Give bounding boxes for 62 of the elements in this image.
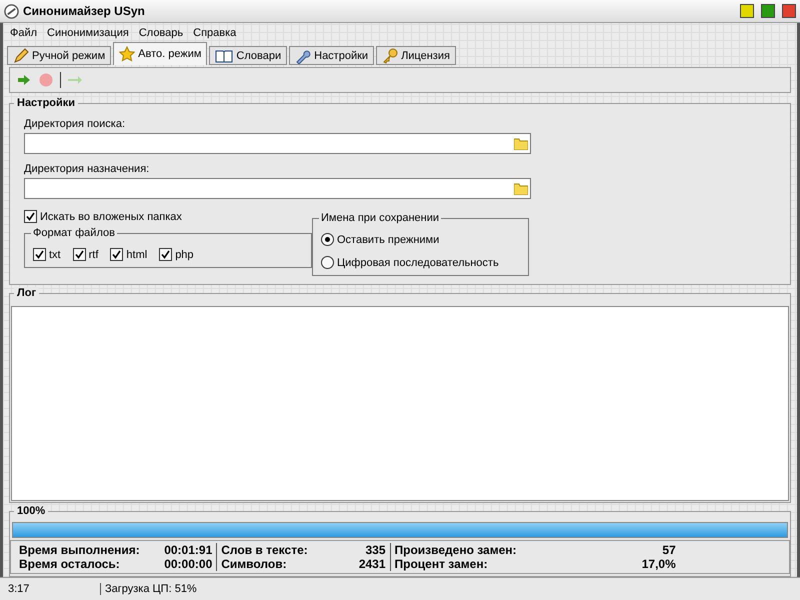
maximize-button[interactable] bbox=[761, 4, 775, 18]
stat-label: Слов в тексте: bbox=[221, 543, 309, 557]
key-icon bbox=[382, 48, 398, 64]
radio-option[interactable]: Оставить прежними bbox=[321, 233, 520, 246]
stat-label: Процент замен: bbox=[394, 557, 489, 571]
stat-label: Символов: bbox=[221, 557, 288, 571]
stat-label: Время выполнения: bbox=[19, 543, 141, 557]
directory-field[interactable] bbox=[24, 133, 531, 154]
group-title: Настройки bbox=[14, 97, 78, 109]
arrow-right-icon bbox=[18, 75, 30, 85]
stat-value: 2431 bbox=[358, 557, 386, 571]
checkbox-label: Искать во вложеных папках bbox=[40, 210, 182, 222]
group-title: Имена при сохранении bbox=[319, 212, 442, 224]
checkbox-label: txt bbox=[49, 248, 61, 260]
format-checkbox[interactable]: html bbox=[110, 248, 148, 261]
stop-icon bbox=[39, 73, 53, 87]
checkbox-label: rtf bbox=[88, 248, 98, 260]
book-icon bbox=[215, 48, 234, 62]
menu-item[interactable]: Словарь bbox=[134, 26, 188, 38]
stat-value: 57 bbox=[661, 543, 676, 557]
start-button[interactable] bbox=[16, 72, 32, 88]
pencil-icon bbox=[13, 48, 29, 64]
radio-label: Оставить прежними bbox=[337, 234, 440, 246]
stat-value: 00:00:00 bbox=[163, 557, 212, 571]
folder-icon bbox=[514, 138, 528, 150]
menu-item[interactable]: Файл bbox=[5, 26, 42, 38]
progress-percent: 100% bbox=[14, 505, 48, 517]
arrow-right-icon bbox=[68, 75, 82, 85]
checkbox-label: php bbox=[175, 248, 194, 260]
format-checkbox[interactable]: rtf bbox=[72, 248, 98, 261]
window-title: Синонимайзер USyn bbox=[23, 4, 146, 18]
radio-option[interactable]: Цифровая последовательность bbox=[321, 256, 520, 269]
subfolders-checkbox[interactable]: Искать во вложеных папках bbox=[24, 210, 312, 223]
menu-item[interactable]: Синонимизация bbox=[42, 26, 134, 38]
stat-label: Время осталось: bbox=[19, 557, 121, 571]
minimize-button[interactable] bbox=[740, 4, 754, 18]
menu-item[interactable]: Справка bbox=[188, 26, 242, 38]
stat-label: Произведено замен: bbox=[394, 543, 518, 557]
format-checkbox[interactable]: php bbox=[159, 248, 194, 261]
tab[interactable]: Настройки bbox=[289, 46, 374, 65]
status-text: 3:17 bbox=[8, 583, 30, 595]
directory-field[interactable] bbox=[24, 178, 531, 199]
folder-icon bbox=[514, 182, 528, 194]
status-text: Загрузка ЦП: 51% bbox=[100, 583, 197, 595]
close-button[interactable] bbox=[782, 4, 796, 18]
radio-label: Цифровая последовательность bbox=[337, 256, 499, 268]
stat-value: 17,0% bbox=[640, 557, 676, 571]
group-title: Формат файлов bbox=[31, 227, 117, 239]
wrench-icon bbox=[295, 48, 312, 64]
stat-value: 00:01:91 bbox=[163, 543, 212, 557]
checkbox-label: html bbox=[126, 248, 148, 260]
format-checkbox[interactable]: txt bbox=[33, 248, 61, 261]
field-label: Директория назначения: bbox=[24, 163, 150, 175]
app-logo-icon bbox=[4, 4, 19, 18]
tab[interactable]: Лицензия bbox=[376, 46, 456, 65]
group-title: Лог bbox=[14, 287, 40, 299]
tab[interactable]: Словари bbox=[209, 46, 288, 65]
field-label: Директория поиска: bbox=[24, 118, 126, 130]
tab[interactable]: Авто. режим bbox=[113, 42, 208, 65]
stat-value: 335 bbox=[364, 543, 386, 557]
star-icon bbox=[119, 46, 136, 62]
tab[interactable]: Ручной режим bbox=[7, 46, 112, 65]
